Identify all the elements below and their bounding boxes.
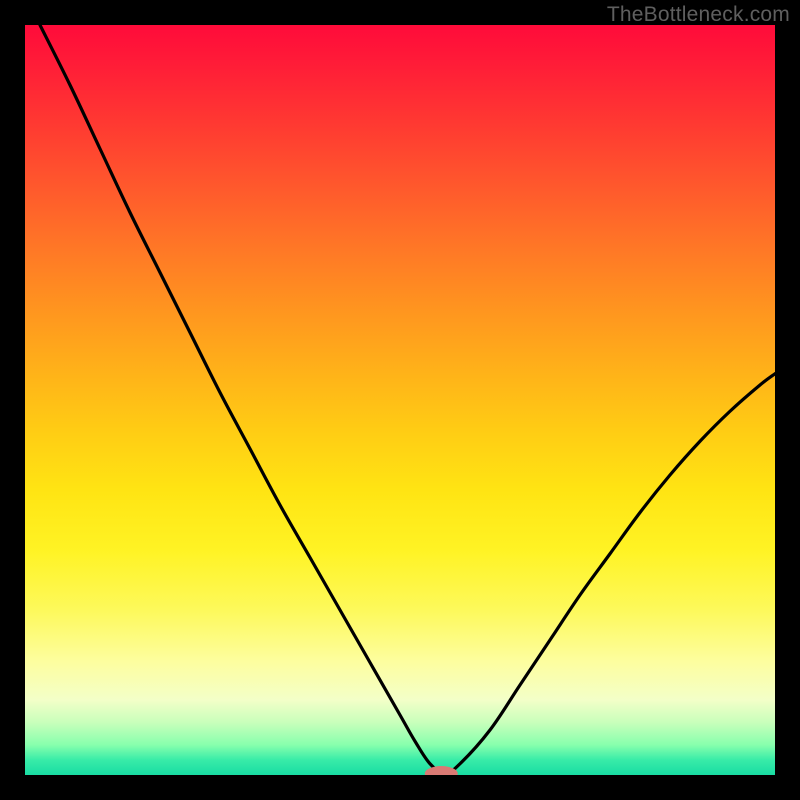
plot-svg (25, 25, 775, 775)
optimum-marker (425, 766, 458, 775)
bottleneck-curve (40, 25, 775, 774)
plot-area (25, 25, 775, 775)
chart-frame: TheBottleneck.com (0, 0, 800, 800)
watermark-text: TheBottleneck.com (607, 3, 790, 27)
